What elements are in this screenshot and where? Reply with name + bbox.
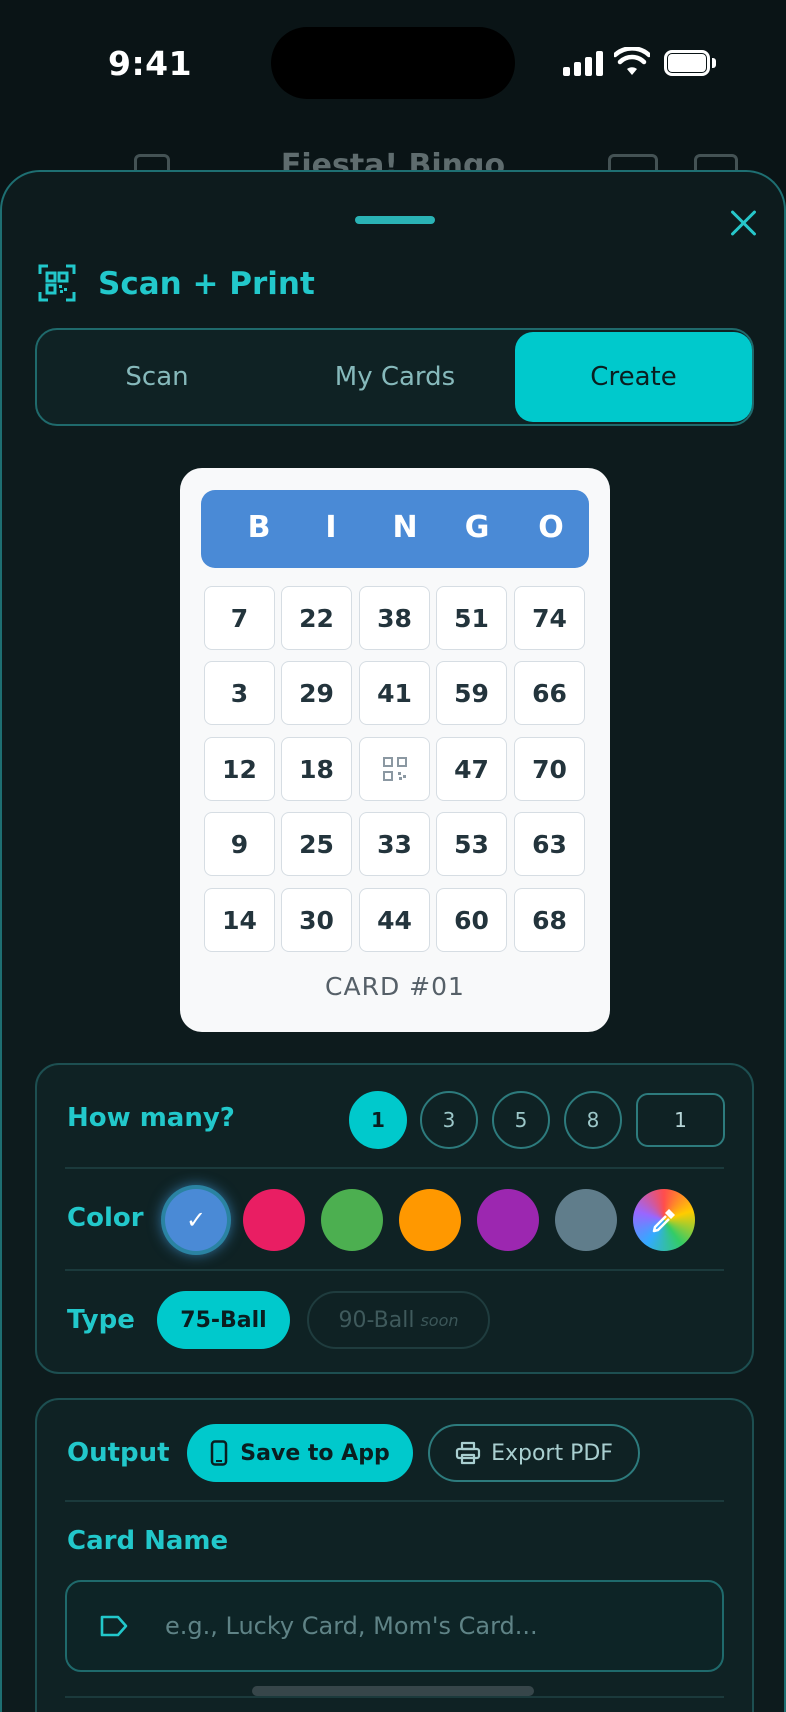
bingo-cell: 7 xyxy=(204,586,275,650)
bingo-cell: 38 xyxy=(359,586,430,650)
quantity-option-8[interactable]: 8 xyxy=(564,1091,622,1149)
bingo-letter: I xyxy=(325,510,337,545)
how-many-label: How many? xyxy=(67,1103,235,1133)
card-name-label: Card Name xyxy=(67,1526,229,1556)
free-space-cell xyxy=(359,737,430,801)
bingo-cell: 9 xyxy=(204,812,275,876)
bingo-letter: O xyxy=(538,510,564,545)
bingo-cell: 29 xyxy=(281,661,352,725)
bingo-cell: 70 xyxy=(514,737,585,801)
quantity-option-1[interactable]: 1 xyxy=(349,1091,407,1149)
bingo-cell: 74 xyxy=(514,586,585,650)
bingo-cell: 63 xyxy=(514,812,585,876)
tab-create[interactable]: Create xyxy=(515,332,752,422)
export-pdf-button[interactable]: Export PDF xyxy=(428,1424,640,1482)
divider xyxy=(65,1167,724,1169)
qr-scan-icon xyxy=(38,264,76,302)
output-panel: Output Save to App Export PDF Card Name xyxy=(35,1398,754,1712)
color-swatch-green[interactable] xyxy=(321,1189,383,1251)
tab-scan[interactable]: Scan xyxy=(39,332,275,422)
status-time: 9:41 xyxy=(108,44,193,83)
tag-icon xyxy=(100,1615,128,1637)
card-options-panel: How many? 1 3 5 8 1 Color ✓ Type 75-Ball… xyxy=(35,1063,754,1374)
divider xyxy=(65,1696,724,1698)
save-to-app-button[interactable]: Save to App xyxy=(187,1424,413,1482)
cellular-signal-icon xyxy=(563,50,603,76)
bingo-cell: 18 xyxy=(281,737,352,801)
divider xyxy=(65,1500,724,1502)
bingo-cell: 12 xyxy=(204,737,275,801)
quantity-option-5[interactable]: 5 xyxy=(492,1091,550,1149)
home-indicator[interactable] xyxy=(252,1686,534,1696)
mode-tabs: Scan My Cards Create xyxy=(35,328,754,426)
bingo-cell: 60 xyxy=(436,888,507,952)
dynamic-island xyxy=(271,27,515,99)
bingo-cell: 53 xyxy=(436,812,507,876)
bingo-cell: 68 xyxy=(514,888,585,952)
type-label: Type xyxy=(67,1305,135,1335)
sheet-grabber[interactable] xyxy=(355,216,435,224)
color-swatch-blue[interactable]: ✓ xyxy=(165,1189,227,1251)
custom-color-picker[interactable] xyxy=(633,1189,695,1251)
close-icon[interactable] xyxy=(722,202,766,246)
printer-icon xyxy=(455,1441,481,1465)
quantity-custom-input[interactable]: 1 xyxy=(636,1093,725,1147)
bingo-cell: 47 xyxy=(436,737,507,801)
bingo-header: B I N G O xyxy=(201,490,589,568)
bingo-letter: B xyxy=(247,510,271,545)
bingo-cell: 30 xyxy=(281,888,352,952)
sheet-title: Scan + Print xyxy=(98,266,315,302)
type-90-ball-button: 90-Ball soon xyxy=(307,1291,490,1349)
bingo-cell: 66 xyxy=(514,661,585,725)
bingo-letter: G xyxy=(464,510,490,545)
battery-icon xyxy=(664,50,716,76)
bingo-cell: 3 xyxy=(204,661,275,725)
scan-print-sheet: Scan + Print Scan My Cards Create B I N … xyxy=(0,170,786,1712)
status-bar: 9:41 xyxy=(0,0,786,130)
quantity-option-3[interactable]: 3 xyxy=(420,1091,478,1149)
export-pdf-label: Export PDF xyxy=(491,1440,613,1466)
bingo-cell: 22 xyxy=(281,586,352,650)
color-swatch-gray[interactable] xyxy=(555,1189,617,1251)
bingo-cell: 51 xyxy=(436,586,507,650)
divider xyxy=(65,1269,724,1271)
bingo-cell: 14 xyxy=(204,888,275,952)
card-name-field[interactable] xyxy=(65,1580,724,1672)
bingo-card-preview: B I N G O 7 22 38 51 74 3 29 41 59 66 12… xyxy=(180,468,610,1032)
qr-code-icon xyxy=(382,757,407,781)
bingo-cell: 25 xyxy=(281,812,352,876)
color-label: Color xyxy=(67,1203,144,1233)
bingo-cell: 44 xyxy=(359,888,430,952)
phone-icon xyxy=(211,1440,228,1466)
card-name-input[interactable] xyxy=(165,1582,705,1670)
type-75-ball-button[interactable]: 75-Ball xyxy=(157,1291,290,1349)
save-to-app-label: Save to App xyxy=(240,1440,390,1466)
coming-soon-note: soon xyxy=(420,1310,459,1330)
output-label: Output xyxy=(67,1438,170,1468)
bingo-letter: N xyxy=(392,510,418,545)
type-90-ball-label: 90-Ball xyxy=(338,1307,415,1333)
color-swatch-orange[interactable] xyxy=(399,1189,461,1251)
tab-my-cards[interactable]: My Cards xyxy=(277,332,513,422)
bingo-cell: 33 xyxy=(359,812,430,876)
color-swatch-pink[interactable] xyxy=(243,1189,305,1251)
color-swatch-purple[interactable] xyxy=(477,1189,539,1251)
card-number-label: CARD #01 xyxy=(325,972,465,1001)
bingo-cell: 41 xyxy=(359,661,430,725)
wifi-icon xyxy=(614,47,650,75)
checkmark-icon: ✓ xyxy=(185,1206,207,1234)
eyedropper-icon xyxy=(652,1209,675,1233)
bingo-cell: 59 xyxy=(436,661,507,725)
